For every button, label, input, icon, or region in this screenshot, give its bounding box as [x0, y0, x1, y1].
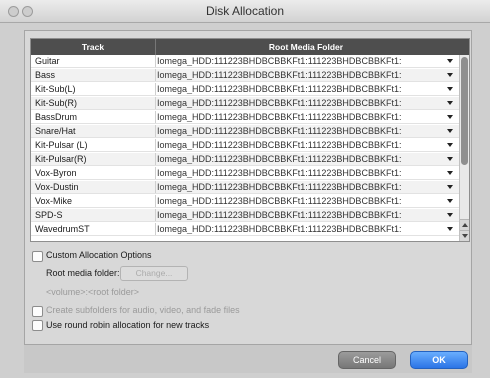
dropdown-arrow-icon[interactable] — [447, 73, 453, 77]
dropdown-arrow-icon[interactable] — [447, 171, 453, 175]
dropdown-arrow-icon[interactable] — [447, 87, 453, 91]
column-divider — [155, 83, 156, 95]
column-divider — [155, 111, 156, 123]
track-name: Bass — [35, 70, 56, 80]
dropdown-arrow-icon[interactable] — [447, 199, 453, 203]
header-root-media-folder[interactable]: Root Media Folder — [155, 39, 456, 55]
track-name: Vox-Mike — [35, 196, 73, 206]
root-media-folder-value[interactable]: Iomega_HDD:111223BHDBCBBKFt1:111223BHDBC… — [157, 56, 437, 66]
track-name: Kit-Pulsar (L) — [35, 140, 88, 150]
dropdown-arrow-icon[interactable] — [447, 227, 453, 231]
root-media-folder-value[interactable]: Iomega_HDD:111223BHDBCBBKFt1:111223BHDBC… — [157, 112, 437, 122]
scroll-down-icon[interactable] — [460, 230, 469, 241]
column-divider — [155, 195, 156, 207]
root-media-folder-value[interactable]: Iomega_HDD:111223BHDBCBBKFt1:111223BHDBC… — [157, 182, 437, 192]
custom-allocation-checkbox[interactable] — [32, 251, 43, 262]
root-media-folder-value[interactable]: Iomega_HDD:111223BHDBCBBKFt1:111223BHDBC… — [157, 224, 437, 234]
table-row[interactable]: Vox-Dustin Iomega_HDD:111223BHDBCBBKFt1:1… — [31, 181, 459, 194]
root-media-folder-value[interactable]: Iomega_HDD:111223BHDBCBBKFt1:111223BHDBC… — [157, 126, 437, 136]
root-media-folder-label: Root media folder: — [46, 268, 120, 278]
scroll-up-icon[interactable] — [460, 219, 469, 230]
table-row[interactable]: Kit-Pulsar(R) Iomega_HDD:111223BHDBCBBKFt… — [31, 153, 459, 166]
dropdown-arrow-icon[interactable] — [447, 59, 453, 63]
track-name: Snare/Hat — [35, 126, 76, 136]
column-divider — [155, 209, 156, 221]
table-row[interactable]: SPD-S Iomega_HDD:111223BHDBCBBKFt1:111223… — [31, 209, 459, 222]
window-title: Disk Allocation — [205, 4, 285, 18]
root-media-folder-value[interactable]: Iomega_HDD:111223BHDBCBBKFt1:111223BHDBC… — [157, 154, 437, 164]
column-divider — [155, 97, 156, 109]
dropdown-arrow-icon[interactable] — [447, 101, 453, 105]
column-divider — [155, 153, 156, 165]
column-divider — [155, 223, 156, 235]
table-row[interactable]: Vox-Mike Iomega_HDD:111223BHDBCBBKFt1:111… — [31, 195, 459, 208]
table-row[interactable]: Bass Iomega_HDD:111223BHDBCBBKFt1:111223B… — [31, 69, 459, 82]
round-robin-label: Use round robin allocation for new track… — [46, 320, 210, 330]
track-name: WavedrumST — [35, 224, 90, 234]
track-name: Vox-Dustin — [35, 182, 79, 192]
table-row[interactable]: Kit-Pulsar (L) Iomega_HDD:111223BHDBCBBKF… — [31, 139, 459, 152]
root-media-folder-value[interactable]: Iomega_HDD:111223BHDBCBBKFt1:111223BHDBC… — [157, 168, 437, 178]
column-divider — [155, 139, 156, 151]
track-name: Kit-Pulsar(R) — [35, 154, 87, 164]
track-name: SPD-S — [35, 210, 63, 220]
column-divider — [155, 181, 156, 193]
track-name: Kit-Sub(R) — [35, 98, 78, 108]
table-row[interactable]: Kit-Sub(R) Iomega_HDD:111223BHDBCBBKFt1:1… — [31, 97, 459, 110]
dropdown-arrow-icon[interactable] — [447, 129, 453, 133]
volume-path-label: <volume>:<root folder> — [46, 287, 140, 297]
custom-allocation-label: Custom Allocation Options — [46, 250, 152, 260]
root-media-folder-value[interactable]: Iomega_HDD:111223BHDBCBBKFt1:111223BHDBC… — [157, 196, 437, 206]
root-media-folder-value[interactable]: Iomega_HDD:111223BHDBCBBKFt1:111223BHDBC… — [157, 140, 437, 150]
table-row[interactable]: Vox-Byron Iomega_HDD:111223BHDBCBBKFt1:11… — [31, 167, 459, 180]
button-bar — [24, 344, 472, 373]
title-bar: Disk Allocation — [0, 0, 490, 23]
round-robin-checkbox[interactable] — [32, 320, 43, 331]
table-row[interactable]: Guitar Iomega_HDD:111223BHDBCBBKFt1:11122… — [31, 55, 459, 68]
change-root-folder-button[interactable]: Change... — [120, 266, 188, 281]
table-row[interactable]: WavedrumST Iomega_HDD:111223BHDBCBBKFt1:1… — [31, 223, 459, 236]
column-divider — [155, 125, 156, 137]
track-name: Kit-Sub(L) — [35, 84, 76, 94]
header-track[interactable]: Track — [31, 42, 155, 52]
disk-allocation-window: Disk Allocation Track Root Media Folder … — [0, 0, 490, 378]
dropdown-arrow-icon[interactable] — [447, 143, 453, 147]
ok-button[interactable]: OK — [410, 351, 468, 369]
root-media-folder-value[interactable]: Iomega_HDD:111223BHDBCBBKFt1:111223BHDBC… — [157, 210, 437, 220]
column-divider — [155, 55, 156, 67]
create-subfolders-checkbox[interactable] — [32, 306, 43, 317]
dropdown-arrow-icon[interactable] — [447, 115, 453, 119]
root-media-folder-value[interactable]: Iomega_HDD:111223BHDBCBBKFt1:111223BHDBC… — [157, 70, 437, 80]
column-divider — [155, 69, 156, 81]
table-row[interactable]: Snare/Hat Iomega_HDD:111223BHDBCBBKFt1:11… — [31, 125, 459, 138]
table-row[interactable]: Kit-Sub(L) Iomega_HDD:111223BHDBCBBKFt1:1… — [31, 83, 459, 96]
root-media-folder-value[interactable]: Iomega_HDD:111223BHDBCBBKFt1:111223BHDBC… — [157, 98, 437, 108]
root-media-folder-value[interactable]: Iomega_HDD:111223BHDBCBBKFt1:111223BHDBC… — [157, 84, 437, 94]
dropdown-arrow-icon[interactable] — [447, 185, 453, 189]
table-scrollbar[interactable] — [459, 55, 469, 241]
track-allocation-table: Track Root Media Folder Guitar Iomega_HDD… — [30, 38, 470, 242]
table-row[interactable]: BassDrum Iomega_HDD:111223BHDBCBBKFt1:111… — [31, 111, 459, 124]
track-name: Vox-Byron — [35, 168, 77, 178]
scrollbar-thumb[interactable] — [461, 57, 468, 165]
cancel-button[interactable]: Cancel — [338, 351, 396, 369]
column-divider — [155, 167, 156, 179]
table-header: Track Root Media Folder — [31, 39, 469, 55]
create-subfolders-label: Create subfolders for audio, video, and … — [46, 305, 240, 315]
dropdown-arrow-icon[interactable] — [447, 213, 453, 217]
track-name: Guitar — [35, 56, 60, 66]
dropdown-arrow-icon[interactable] — [447, 157, 453, 161]
track-name: BassDrum — [35, 112, 78, 122]
